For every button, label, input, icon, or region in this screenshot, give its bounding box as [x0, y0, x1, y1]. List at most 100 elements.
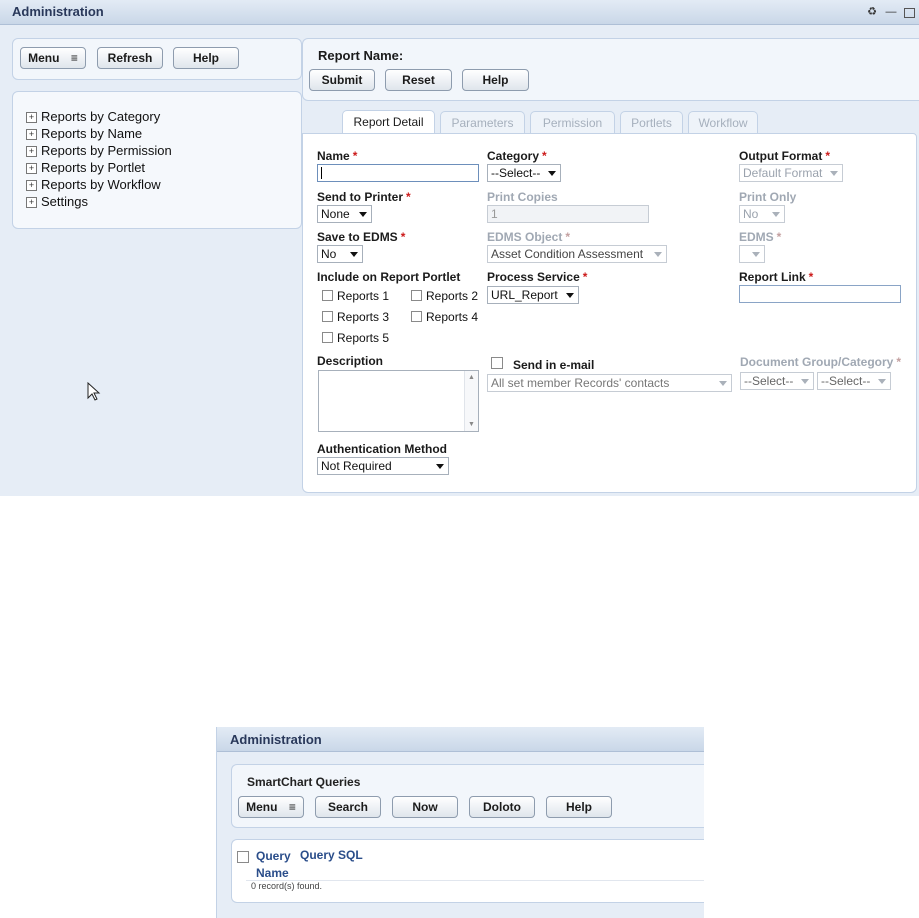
edms-label-text: EDMS	[739, 230, 774, 244]
expand-icon[interactable]: +	[26, 112, 37, 123]
window-title: Administration	[12, 4, 104, 19]
auth-method-select-value: Not Required	[321, 459, 392, 473]
output-format-label-text: Output Format	[739, 149, 823, 163]
required-mark: *	[776, 230, 782, 244]
required-mark: *	[825, 149, 830, 163]
tab-parameters[interactable]: Parameters	[440, 111, 525, 133]
expand-icon[interactable]: +	[26, 197, 37, 208]
smartchart-window: Administration SmartChart Queries Menu ≡…	[216, 727, 704, 918]
scroll-up-icon[interactable]: ▲	[468, 374, 475, 381]
portlet-checkbox-5[interactable]	[322, 332, 333, 343]
description-textarea[interactable]: ▲ ▼	[318, 370, 479, 432]
chevron-down-icon	[772, 212, 780, 217]
tree-item-reports-by-permission[interactable]: + Reports by Permission	[26, 143, 172, 159]
tree-item-reports-by-workflow[interactable]: + Reports by Workflow	[26, 177, 161, 193]
send-to-printer-label-text: Send to Printer	[317, 190, 404, 204]
output-format-select-value: Default Format	[743, 166, 823, 180]
required-mark: *	[406, 190, 411, 204]
smartchart-table: Query Name Query SQL 0 record(s) found.	[231, 839, 704, 903]
report-name-label: Report Name:	[318, 48, 404, 63]
tree-item-settings[interactable]: + Settings	[26, 194, 88, 210]
doc-category-select[interactable]: --Select--	[817, 372, 891, 390]
send-email-checkbox[interactable]	[491, 357, 503, 369]
menu-dropdown-icon: ≡	[288, 800, 296, 814]
category-select[interactable]: --Select--	[487, 164, 561, 182]
column-header-query-sql[interactable]: Query SQL	[300, 848, 363, 862]
smartchart-menu-label: Menu	[246, 800, 278, 814]
tree-item-label: Reports by Name	[41, 126, 143, 141]
doc-group-select[interactable]: --Select--	[740, 372, 814, 390]
portlet-checkbox-3[interactable]	[322, 311, 333, 322]
chevron-down-icon	[350, 252, 358, 257]
textarea-scrollbar[interactable]: ▲ ▼	[464, 371, 478, 431]
minimize-icon[interactable]: —	[885, 6, 897, 18]
chevron-down-icon	[752, 252, 760, 257]
required-mark: *	[808, 270, 814, 284]
report-link-label: Report Link *	[739, 270, 813, 284]
process-service-select-value: URL_Report	[491, 288, 558, 302]
submit-button[interactable]: Submit	[309, 69, 375, 91]
tree-item-label: Reports by Portlet	[41, 160, 146, 175]
print-only-select[interactable]: No	[739, 205, 785, 223]
process-service-label-text: Process Service	[487, 270, 580, 284]
expand-icon[interactable]: +	[26, 180, 37, 191]
portlet-checkbox-2-label: Reports 2	[426, 289, 479, 303]
tab-permission[interactable]: Permission	[530, 111, 615, 133]
mouse-cursor-icon	[87, 382, 101, 401]
expand-icon[interactable]: +	[26, 163, 37, 174]
smartchart-search-button[interactable]: Search	[315, 796, 381, 818]
portlet-checkbox-1[interactable]	[322, 290, 333, 301]
tab-workflow[interactable]: Workflow	[688, 111, 758, 133]
send-to-printer-select[interactable]: None	[317, 205, 372, 223]
select-all-checkbox[interactable]	[237, 851, 249, 863]
report-link-input[interactable]	[739, 285, 901, 303]
required-mark: *	[896, 355, 902, 369]
portlet-checkbox-1-label: Reports 1	[337, 289, 390, 303]
process-service-label: Process Service *	[487, 270, 587, 284]
help-button[interactable]: Help	[173, 47, 239, 69]
maximize-icon[interactable]	[904, 8, 915, 18]
expand-icon[interactable]: +	[26, 129, 37, 140]
print-copies-input[interactable]: 1	[487, 205, 649, 223]
required-mark: *	[542, 149, 547, 163]
expand-icon[interactable]: +	[26, 146, 37, 157]
send-to-printer-label: Send to Printer *	[317, 190, 411, 204]
report-header: Report Name: Submit Reset Help	[302, 38, 919, 101]
smartchart-window-title: Administration	[230, 732, 322, 747]
edms-object-select[interactable]: Asset Condition Assessment	[487, 245, 667, 263]
refresh-button[interactable]: Refresh	[97, 47, 163, 69]
name-label: Name *	[317, 149, 357, 163]
edms-select[interactable]	[739, 245, 765, 263]
menu-button[interactable]: Menu ≡	[20, 47, 86, 69]
pin-icon[interactable]: ♻	[866, 6, 878, 18]
portlet-checkbox-2[interactable]	[411, 290, 422, 301]
save-to-edms-label: Save to EDMS *	[317, 230, 405, 244]
tree-item-reports-by-category[interactable]: + Reports by Category	[26, 109, 160, 125]
doc-group-label-text: Document Group/Category	[740, 355, 894, 369]
process-service-select[interactable]: URL_Report	[487, 286, 579, 304]
tab-portlets[interactable]: Portlets	[620, 111, 683, 133]
smartchart-delete-button[interactable]: Doloto	[469, 796, 535, 818]
name-input[interactable]	[317, 164, 479, 182]
menu-button-label: Menu	[28, 51, 60, 65]
scroll-down-icon[interactable]: ▼	[468, 421, 475, 428]
save-to-edms-select[interactable]: No	[317, 245, 363, 263]
auth-method-select[interactable]: Not Required	[317, 457, 449, 475]
tree-item-reports-by-name[interactable]: + Reports by Name	[26, 126, 142, 142]
doc-group-select-value: --Select--	[744, 374, 794, 388]
reset-button[interactable]: Reset	[385, 69, 452, 91]
required-mark: *	[582, 270, 588, 284]
output-format-select[interactable]: Default Format	[739, 164, 843, 182]
smartchart-new-button[interactable]: Now	[392, 796, 458, 818]
tree-item-reports-by-portlet[interactable]: + Reports by Portlet	[26, 160, 145, 176]
save-to-edms-select-value: No	[321, 247, 337, 261]
required-mark: *	[400, 230, 406, 244]
tab-report-detail[interactable]: Report Detail	[342, 110, 435, 134]
smartchart-menu-button[interactable]: Menu ≡	[238, 796, 304, 818]
portlet-checkbox-4[interactable]	[411, 311, 422, 322]
category-label-text: Category	[487, 149, 540, 163]
column-header-query-name[interactable]: Query Name	[256, 848, 291, 882]
report-help-button[interactable]: Help	[462, 69, 529, 91]
smartchart-help-button[interactable]: Help	[546, 796, 612, 818]
email-contacts-select[interactable]: All set member Records' contacts	[487, 374, 732, 392]
